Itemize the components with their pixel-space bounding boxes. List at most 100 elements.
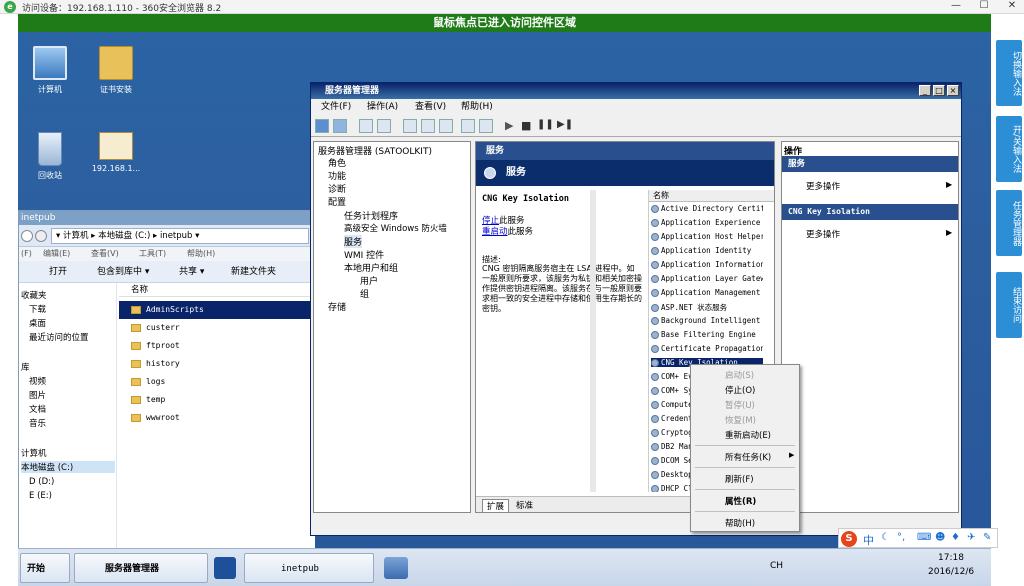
list-scrollbar[interactable] (590, 190, 596, 492)
ctx-all-tasks[interactable]: 所有任务(K) (725, 451, 771, 463)
sm-close-icon[interactable]: × (947, 85, 959, 96)
file-row[interactable]: temp (131, 395, 165, 404)
sm-menu-view[interactable]: 查看(V) (415, 99, 446, 115)
more-actions-1[interactable]: 更多操作 (806, 180, 840, 192)
pause-icon[interactable]: ❚❚ (537, 119, 554, 130)
export-icon[interactable] (439, 119, 453, 133)
forward-arrow-icon[interactable] (333, 119, 347, 133)
forward-icon[interactable] (35, 230, 47, 242)
menu-file[interactable]: (F) (21, 247, 32, 261)
settings-icon[interactable]: ✈ (967, 532, 975, 543)
ctx-resume[interactable]: 恢复(M) (725, 414, 756, 426)
file-row[interactable]: custerr (131, 323, 180, 332)
sogou-logo-icon[interactable]: S (841, 531, 857, 547)
service-row[interactable]: Application Identity (651, 246, 763, 255)
ctx-stop[interactable]: 停止(O) (725, 384, 755, 396)
tree-diagnostics[interactable]: 诊断 (328, 182, 346, 195)
new-folder-button[interactable]: 新建文件夹 (231, 261, 276, 283)
nav-videos[interactable]: 视频 (29, 375, 46, 387)
nav-documents[interactable]: 文档 (29, 403, 46, 415)
actions-section-services[interactable]: 服务 (782, 156, 958, 172)
restart-icon[interactable]: ▶❚ (557, 119, 573, 130)
language-indicator[interactable]: CH (770, 561, 783, 571)
include-library-button[interactable]: 包含到库中 ▾ (97, 261, 149, 283)
tree-storage[interactable]: 存储 (328, 300, 346, 313)
help-icon[interactable] (461, 119, 475, 133)
tree-configuration[interactable]: 配置 (328, 195, 346, 208)
nav-recent[interactable]: 最近访问的位置 (29, 331, 89, 343)
toggle-ime-tab[interactable]: 开/关输入法 (996, 116, 1022, 182)
stop-icon[interactable]: ■ (521, 119, 531, 132)
file-row[interactable]: AdminScripts (131, 305, 204, 314)
skin-icon[interactable]: ♦ (951, 532, 960, 543)
sm-menu-action[interactable]: 操作(A) (367, 99, 398, 115)
start-button[interactable]: 开始 (20, 553, 70, 583)
tree-services[interactable]: 服务 (344, 235, 363, 248)
nav-music[interactable]: 音乐 (29, 417, 46, 429)
punct-icon[interactable]: °, (897, 532, 905, 543)
service-row[interactable]: Background Intelligent (651, 316, 763, 325)
sm-menu-file[interactable]: 文件(F) (321, 99, 351, 115)
nav-drive-c[interactable]: 本地磁盘 (C:) (21, 461, 115, 473)
taskbar-item-server-manager[interactable]: 服务器管理器 (74, 553, 208, 583)
view-icon[interactable] (479, 119, 493, 133)
tree-groups[interactable]: 组 (360, 287, 369, 300)
ime-mode[interactable]: 中 (863, 532, 874, 548)
maximize-icon[interactable]: ☐ (972, 0, 996, 13)
tree-wmi[interactable]: WMI 控件 (344, 248, 384, 261)
up-folder-icon[interactable] (359, 119, 373, 133)
nav-computer[interactable]: 计算机 (21, 447, 47, 459)
minimize-icon[interactable]: — (944, 0, 968, 13)
service-row[interactable]: Active Directory Certificate (651, 204, 763, 213)
user-icon[interactable]: ☻ (935, 532, 945, 543)
file-row[interactable]: ftproot (131, 341, 180, 350)
menu-help[interactable]: 帮助(H) (187, 247, 215, 261)
restart-service-link[interactable]: 重启动 (482, 227, 508, 237)
tree-roles[interactable]: 角色 (328, 156, 346, 169)
service-row[interactable]: Application Host Helper (651, 232, 763, 241)
close-icon[interactable]: ✕ (1000, 0, 1024, 13)
nav-libraries[interactable]: 库 (21, 361, 30, 373)
tree-firewall[interactable]: 高级安全 Windows 防火墙 (344, 222, 447, 234)
back-icon[interactable] (21, 230, 33, 242)
ctx-refresh[interactable]: 刷新(F) (725, 473, 754, 485)
column-header-name[interactable]: 名称 (119, 283, 315, 297)
moon-icon[interactable]: ☾ (881, 532, 890, 543)
tree-local-users[interactable]: 本地用户和组 (344, 261, 398, 274)
service-row[interactable]: Certificate Propagation (651, 344, 763, 353)
properties-icon[interactable] (403, 119, 417, 133)
desktop-icon-certificate-file[interactable]: 192.168.1... (86, 132, 146, 173)
service-row[interactable]: ASP.NET 状态服务 (651, 302, 763, 313)
ctx-restart[interactable]: 重新启动(E) (725, 429, 771, 441)
keyboard-icon[interactable]: ⌨ (917, 532, 931, 543)
taskbar-item-inetpub[interactable]: inetpub (244, 553, 374, 583)
show-tree-icon[interactable] (377, 119, 391, 133)
service-row[interactable]: Base Filtering Engine (651, 330, 763, 339)
nav-pictures[interactable]: 图片 (29, 389, 46, 401)
share-button[interactable]: 共享 ▾ (179, 261, 204, 283)
desktop-icon-recycle[interactable]: 回收站 (20, 132, 80, 181)
menu-view[interactable]: 查看(V) (91, 247, 119, 261)
tree-users[interactable]: 用户 (360, 274, 378, 287)
sm-menu-help[interactable]: 帮助(H) (461, 99, 493, 115)
nav-drive-e[interactable]: E (E:) (29, 491, 52, 501)
service-row[interactable]: Application Management (651, 288, 763, 297)
task-manager-tab[interactable]: 任务管理器 (996, 190, 1022, 256)
more-actions-2[interactable]: 更多操作 (806, 228, 840, 240)
tab-standard[interactable]: 标准 (512, 499, 537, 511)
file-row[interactable]: wwwroot (131, 413, 180, 422)
ctx-pause[interactable]: 暂停(U) (725, 399, 755, 411)
actions-section-cng[interactable]: CNG Key Isolation (782, 204, 958, 220)
powershell-icon[interactable] (214, 557, 236, 579)
tab-extended[interactable]: 扩展 (482, 499, 510, 513)
menu-edit[interactable]: 编辑(E) (43, 247, 70, 261)
nav-desktop[interactable]: 桌面 (29, 317, 46, 329)
ctx-start[interactable]: 启动(S) (725, 369, 754, 381)
file-row[interactable]: logs (131, 377, 165, 386)
refresh-icon[interactable] (421, 119, 435, 133)
service-row[interactable]: Application Layer Gateway (651, 274, 763, 283)
menu-tools[interactable]: 工具(T) (139, 247, 166, 261)
service-row[interactable]: Application Experience (651, 218, 763, 227)
address-input[interactable]: ▾ 计算机 ▸ 本地磁盘 (C:) ▸ inetpub ▾ (51, 228, 309, 244)
tree-task-scheduler[interactable]: 任务计划程序 (344, 209, 398, 222)
